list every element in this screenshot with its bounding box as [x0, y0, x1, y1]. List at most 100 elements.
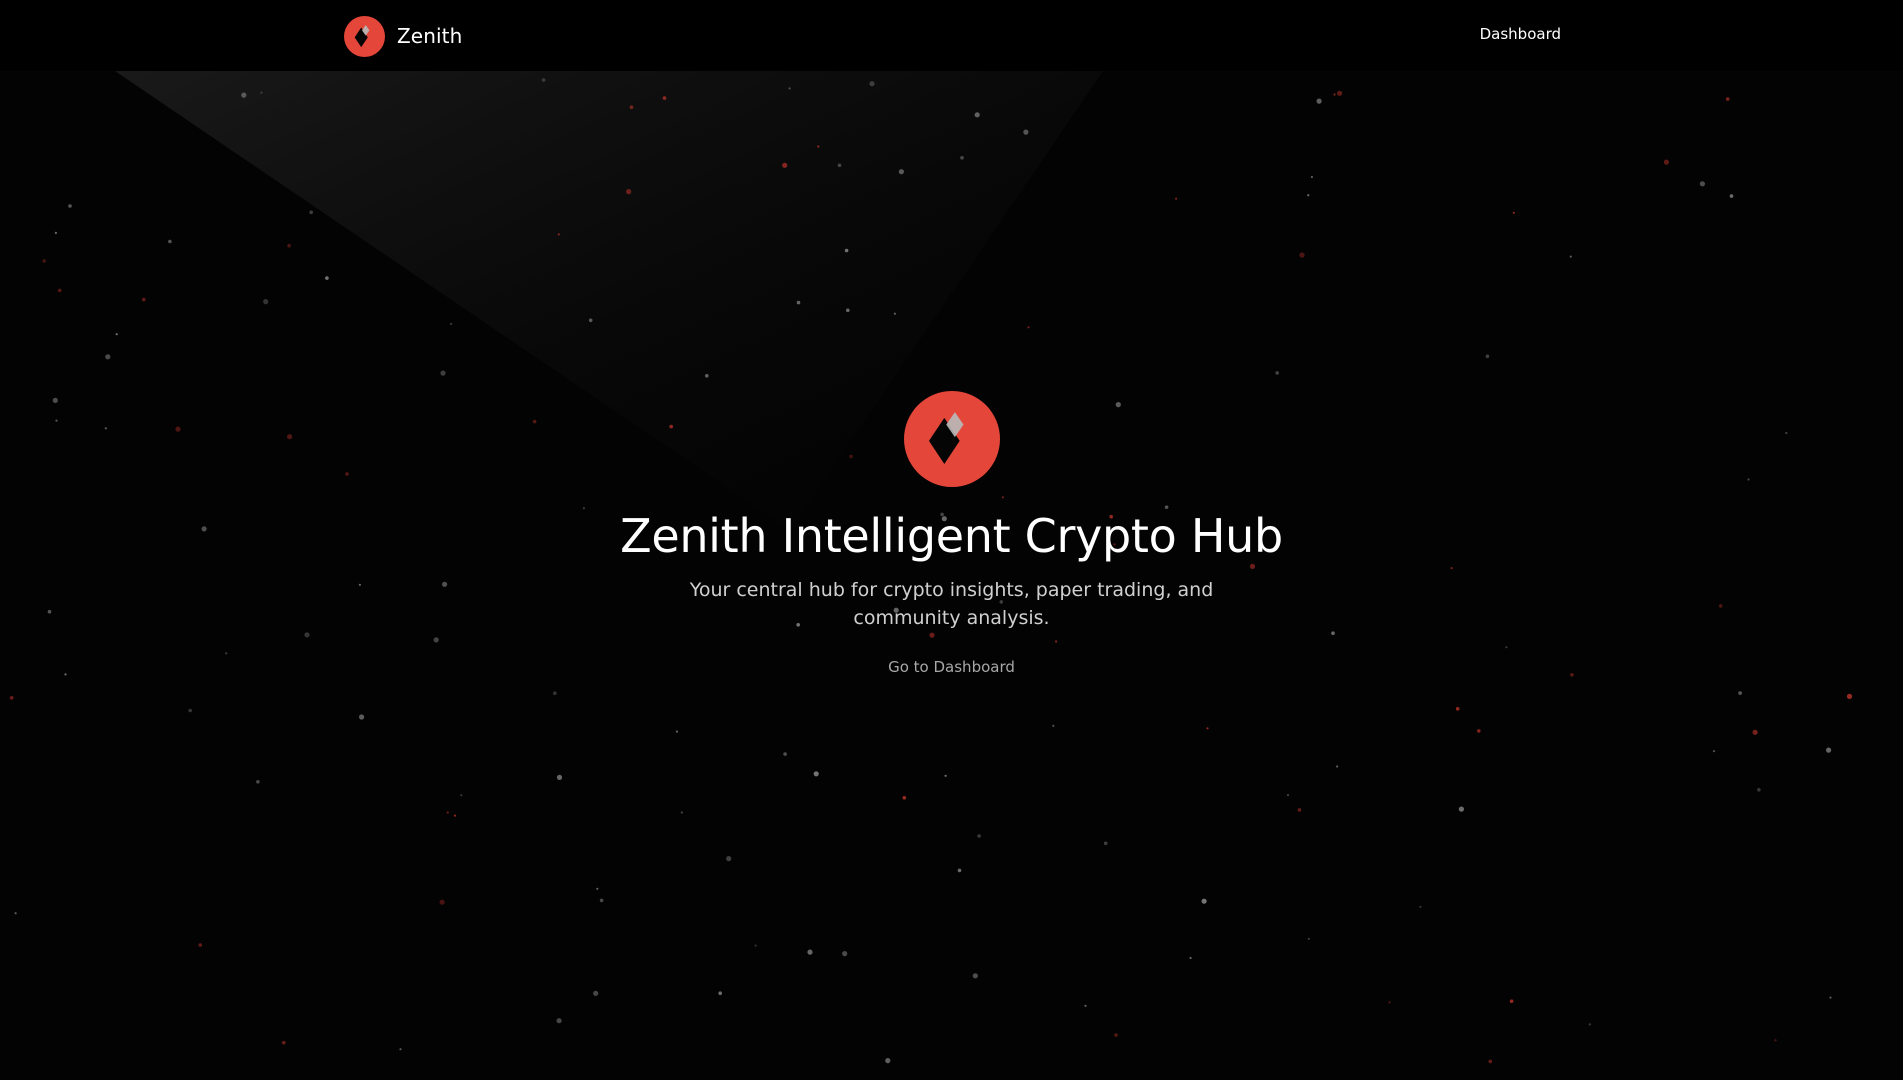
star-dot: [54, 231, 58, 234]
star-dot: [282, 1040, 286, 1045]
star-dot: [1588, 1023, 1591, 1026]
star-dot: [198, 943, 203, 947]
star-dot: [705, 374, 709, 378]
star-dot: [1388, 1001, 1391, 1004]
star-dot: [1206, 727, 1209, 730]
star-dot: [869, 81, 875, 87]
star-dot: [142, 297, 146, 302]
hero-section: Zenith Intelligent Crypto Hub Your centr…: [0, 391, 1903, 676]
star-dot: [556, 774, 563, 781]
star-dot: [944, 774, 947, 777]
star-dot: [1275, 371, 1279, 375]
star-dot: [977, 834, 981, 838]
star-dot: [902, 796, 907, 800]
star-dot: [1201, 898, 1207, 904]
star-dot: [460, 794, 463, 797]
star-dot: [972, 973, 978, 979]
star-dot: [9, 696, 14, 700]
star-dot: [796, 300, 801, 305]
star-dot: [1458, 806, 1464, 812]
star-dot: [957, 868, 962, 873]
star-dot: [1333, 93, 1336, 96]
star-dot: [788, 87, 791, 90]
star-dot: [1316, 98, 1322, 104]
star-dot: [599, 898, 604, 903]
hero-subtitle: Your central hub for crypto insights, pa…: [689, 579, 1214, 629]
star-dot: [453, 814, 457, 817]
star-dot: [1286, 794, 1290, 797]
star-dot: [893, 312, 897, 315]
star-dot: [115, 333, 118, 336]
star-dot: [1738, 691, 1742, 695]
star-dot: [553, 691, 557, 695]
star-dot: [1419, 905, 1422, 909]
star-dot: [1337, 90, 1343, 96]
zenith-diamond-logo-icon: [903, 391, 1000, 487]
star-dot: [837, 163, 842, 168]
star-dot: [557, 233, 560, 236]
top-navbar: Zenith Dashboard: [0, 0, 1903, 71]
star-dot: [675, 730, 679, 733]
star-dot: [1846, 693, 1853, 700]
star-dot: [842, 951, 848, 957]
star-dot: [783, 752, 787, 756]
star-dot: [885, 1058, 891, 1064]
star-dot: [1027, 326, 1030, 329]
star-dot: [1663, 159, 1669, 165]
star-dot: [898, 169, 905, 175]
star-dot: [287, 243, 291, 248]
star-dot: [807, 949, 813, 955]
star-dot: [629, 105, 634, 109]
star-dot: [1826, 747, 1832, 753]
star-dot: [1699, 181, 1705, 187]
star-dot: [1509, 999, 1514, 1003]
star-dot: [1114, 1033, 1118, 1037]
brand-name: Zenith: [397, 24, 463, 48]
star-dot: [188, 708, 192, 713]
nav-link-dashboard[interactable]: Dashboard: [1480, 25, 1561, 43]
star-dot: [817, 145, 820, 148]
star-dot: [1023, 129, 1029, 135]
star-dot: [846, 308, 850, 313]
star-dot: [1485, 354, 1490, 359]
go-to-dashboard-link[interactable]: Go to Dashboard: [888, 658, 1015, 676]
star-dot: [1757, 788, 1761, 792]
star-dot: [1569, 255, 1572, 258]
star-dot: [168, 239, 172, 244]
star-dot: [588, 318, 593, 323]
star-dot: [450, 322, 453, 325]
star-dot: [260, 91, 263, 94]
star-dot: [541, 78, 546, 82]
star-dot: [1752, 729, 1758, 735]
star-dot: [1307, 937, 1310, 940]
star-dot: [1829, 996, 1832, 999]
star-dot: [263, 299, 269, 305]
star-dot: [974, 112, 980, 118]
star-dot: [1725, 97, 1730, 101]
star-dot: [593, 990, 599, 996]
star-dot: [1175, 197, 1178, 200]
star-dot: [57, 288, 62, 293]
star-dot: [1052, 724, 1055, 727]
star-dot: [241, 92, 247, 98]
star-dot: [42, 259, 46, 263]
star-dot: [662, 96, 667, 100]
star-dot: [1477, 729, 1481, 733]
star-dot: [1729, 194, 1734, 198]
star-dot: [960, 156, 964, 160]
star-dot: [105, 354, 111, 360]
star-dot: [439, 899, 445, 905]
star-dot: [1488, 1059, 1493, 1064]
star-dot: [1712, 750, 1716, 753]
star-dot: [1336, 765, 1339, 768]
star-dot: [440, 370, 446, 376]
brand-home-link[interactable]: Zenith: [344, 15, 462, 57]
star-dot: [1084, 1004, 1087, 1007]
star-dot: [1299, 252, 1305, 258]
star-dot: [1189, 956, 1192, 960]
star-dot: [1774, 1039, 1777, 1042]
landing-page: Zenith Dashboard Zenith Intelligent Cryp…: [0, 0, 1903, 1080]
star-dot: [782, 162, 788, 168]
star-dot: [325, 276, 329, 280]
star-dot: [309, 210, 314, 215]
